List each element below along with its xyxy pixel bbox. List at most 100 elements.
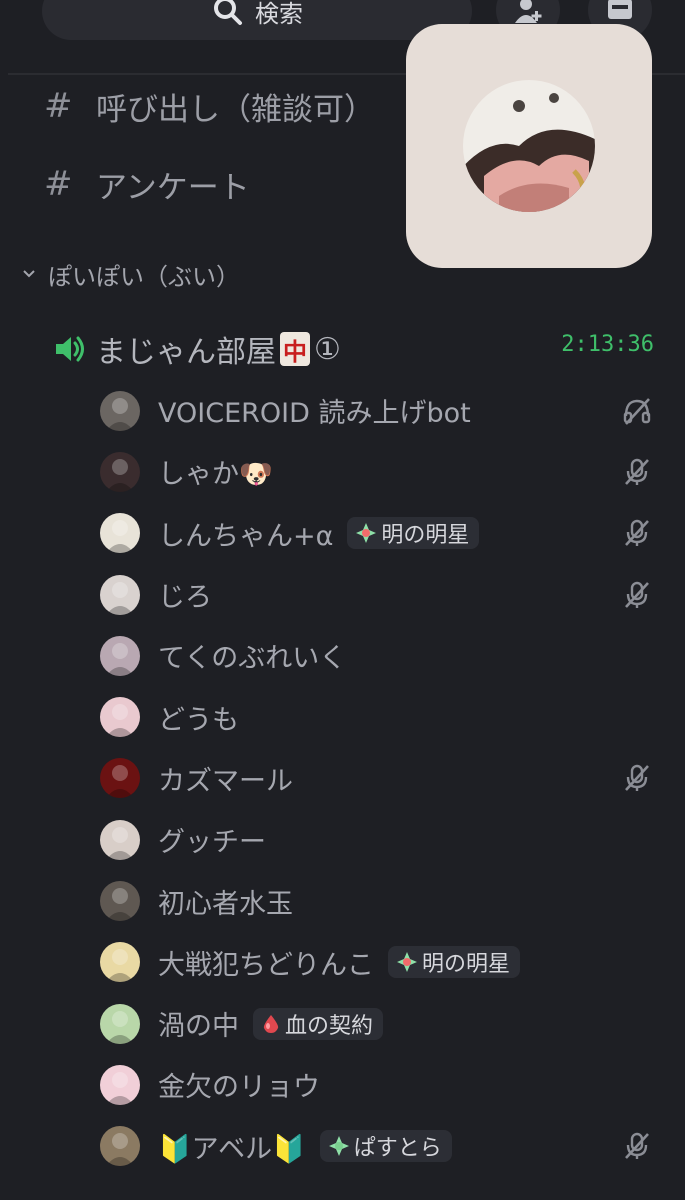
member-name-group: てくのぶれいく xyxy=(158,636,346,675)
mute-icon xyxy=(625,520,649,547)
voice-channel[interactable]: まじゃん部屋 中 ① 2:13:36 xyxy=(44,324,654,374)
video-pip-overlay[interactable] xyxy=(406,24,652,268)
member-name-group: VOICEROID 読み上げbot xyxy=(158,391,471,430)
pip-avatar xyxy=(463,80,595,212)
search-button[interactable]: 検索 xyxy=(42,0,472,40)
avatar xyxy=(100,451,140,492)
muted-status xyxy=(622,518,652,548)
channel-yobidashi[interactable]: # 呼び出し（雑談可） xyxy=(44,76,375,136)
channel-name: 呼び出し（雑談可） xyxy=(96,91,375,128)
mahjong-tile-icon: 中 xyxy=(280,332,310,366)
member-name: しんちゃん+α xyxy=(158,520,334,552)
role-tag-label: ぱすとら xyxy=(353,1136,442,1162)
member-name: VOICEROID 読み上げbot xyxy=(158,398,471,430)
member-row[interactable]: しゃか🐶 xyxy=(0,441,685,502)
category-poipoi[interactable]: ぽいぽい（ぶい） xyxy=(18,254,240,294)
avatar xyxy=(100,390,140,431)
member-name: しゃか🐶 xyxy=(158,459,273,491)
member-name-group: グッチー xyxy=(158,820,266,859)
deafen-icon xyxy=(623,397,651,425)
avatar xyxy=(100,574,140,615)
member-name: 初心者水玉 xyxy=(158,888,293,920)
member-name: てくのぶれいく xyxy=(158,643,347,675)
mute-icon xyxy=(625,765,649,792)
add-member-icon xyxy=(515,0,542,23)
avatar xyxy=(100,758,140,799)
member-name: 渦の中 xyxy=(158,1011,239,1043)
inbox-icon xyxy=(608,0,632,19)
muted-status xyxy=(622,457,652,487)
voice-member-list: VOICEROID 読み上げbot しゃか🐶 しんちゃん+α 明の明星 じろ て… xyxy=(0,380,685,1177)
avatar xyxy=(100,1064,140,1105)
role-tag: 明の明星 xyxy=(347,517,480,550)
member-name-group: 渦の中 血の契約 xyxy=(158,1004,384,1043)
member-row[interactable]: VOICEROID 読み上げbot xyxy=(0,380,685,441)
role-tag-label: 明の明星 xyxy=(381,523,470,549)
member-row[interactable]: グッチー xyxy=(0,809,685,870)
member-name-group: しゃか🐶 xyxy=(158,452,273,491)
muted-status xyxy=(622,580,652,610)
member-name-group: どうも xyxy=(158,698,239,737)
member-name: グッチー xyxy=(158,827,266,859)
voice-channel-suffix: ① xyxy=(314,331,341,367)
member-name-group: しんちゃん+α 明の明星 xyxy=(158,514,480,553)
member-name: カズマール xyxy=(158,765,293,797)
category-name: ぽいぽい（ぶい） xyxy=(48,262,240,291)
role-tag: 血の契約 xyxy=(253,1007,384,1040)
star-gem-icon xyxy=(356,523,377,544)
avatar xyxy=(100,513,140,554)
role-tag-label: 明の明星 xyxy=(422,952,511,978)
avatar xyxy=(100,942,140,983)
star-gem-icon xyxy=(328,1136,349,1157)
voice-channel-title: まじゃん部屋 中 ① xyxy=(96,327,341,371)
avatar xyxy=(100,881,140,922)
member-name: 🔰アベル🔰 xyxy=(158,1133,306,1165)
avatar xyxy=(100,1126,140,1167)
avatar xyxy=(100,1003,140,1044)
member-row[interactable]: どうも xyxy=(0,686,685,747)
muted-status xyxy=(622,1131,652,1161)
channel-name: アンケート xyxy=(96,169,250,206)
avatar xyxy=(100,635,140,676)
role-tag-label: 血の契約 xyxy=(285,1013,374,1039)
member-row[interactable]: 渦の中 血の契約 xyxy=(0,993,685,1054)
voice-elapsed-timer: 2:13:36 xyxy=(561,332,654,357)
member-row[interactable]: 🔰アベル🔰 ぱすとら xyxy=(0,1116,685,1177)
search-label: 検索 xyxy=(255,0,303,28)
hash-icon: # xyxy=(44,86,73,126)
member-row[interactable]: 金欠のリョウ xyxy=(0,1054,685,1115)
member-name-group: カズマール xyxy=(158,759,293,798)
deafened-status xyxy=(622,396,652,426)
member-row[interactable]: しんちゃん+α 明の明星 xyxy=(0,503,685,564)
member-name-group: 大戦犯ちどりんこ 明の明星 xyxy=(158,943,521,982)
speaker-icon xyxy=(56,336,84,362)
member-name: じろ xyxy=(158,582,212,614)
role-tag: ぱすとら xyxy=(319,1130,452,1163)
mute-icon xyxy=(625,581,649,608)
avatar xyxy=(100,819,140,860)
star-gem-icon xyxy=(397,952,417,973)
member-row[interactable]: 大戦犯ちどりんこ 明の明星 xyxy=(0,932,685,993)
muted-status xyxy=(622,763,652,793)
member-row[interactable]: じろ xyxy=(0,564,685,625)
blood-drop-icon xyxy=(263,1014,279,1033)
member-name: 金欠のリョウ xyxy=(158,1072,320,1104)
member-row[interactable]: カズマール xyxy=(0,748,685,809)
member-name-group: じろ xyxy=(158,575,212,614)
mute-icon xyxy=(625,1133,649,1160)
member-name-group: 金欠のリョウ xyxy=(158,1065,320,1104)
avatar xyxy=(100,697,140,738)
member-name: 大戦犯ちどりんこ xyxy=(158,949,374,981)
channel-survey[interactable]: # アンケート xyxy=(44,154,250,214)
member-name-group: 🔰アベル🔰 ぱすとら xyxy=(158,1127,452,1166)
member-row[interactable]: てくのぶれいく xyxy=(0,625,685,686)
member-name-group: 初心者水玉 xyxy=(158,882,293,921)
chevron-down-icon xyxy=(23,270,35,278)
voice-channel-name: まじゃん部屋 xyxy=(96,335,276,370)
hash-icon: # xyxy=(44,164,73,204)
member-row[interactable]: 初心者水玉 xyxy=(0,870,685,931)
role-tag: 明の明星 xyxy=(388,946,521,979)
member-name: どうも xyxy=(158,704,239,736)
search-icon xyxy=(214,0,242,25)
mute-icon xyxy=(625,458,649,485)
